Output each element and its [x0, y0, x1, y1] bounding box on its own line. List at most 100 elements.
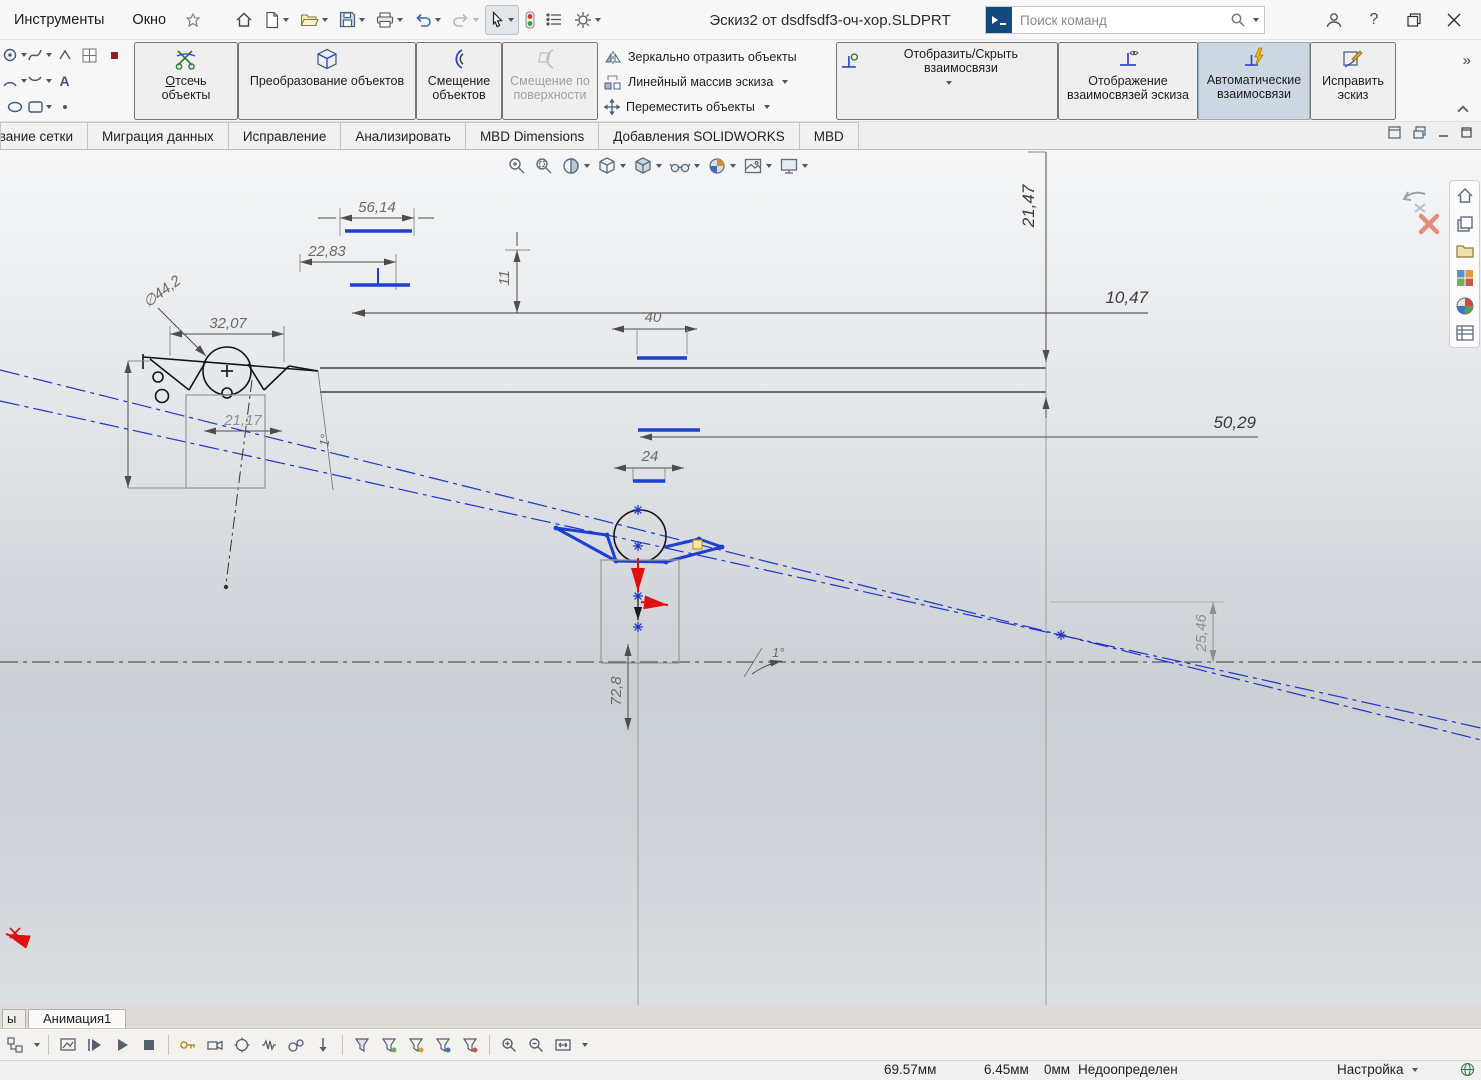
- graphics-area[interactable]: .dim{font:italic 15px "Liberation Sans",…: [0, 150, 1481, 1005]
- dimension-11[interactable]: 11: [496, 232, 530, 313]
- new-document-button[interactable]: [259, 5, 294, 35]
- dimension-25-46[interactable]: 25,46: [1050, 601, 1224, 662]
- tab-repair[interactable]: Исправление: [227, 122, 342, 149]
- open-document-button[interactable]: [295, 5, 333, 35]
- sketch-origin-marker[interactable]: [5, 927, 31, 949]
- zoom-area-icon[interactable]: [532, 154, 556, 178]
- point-tool-button[interactable]: [60, 96, 70, 118]
- custom-properties-tab-icon[interactable]: [1455, 324, 1475, 342]
- section-view-icon[interactable]: [559, 154, 592, 178]
- print-button[interactable]: [371, 5, 408, 35]
- pin-menu-icon[interactable]: [182, 9, 204, 31]
- circle-tool-button[interactable]: [1, 44, 28, 66]
- home-tab-icon[interactable]: [1455, 186, 1475, 206]
- zoom-out-time-icon[interactable]: [525, 1034, 547, 1056]
- dimension-72-8[interactable]: 72,8: [603, 644, 640, 730]
- convert-entities-button[interactable]: Преобразование объектов: [238, 42, 416, 120]
- calculate-motion-icon[interactable]: [57, 1034, 79, 1056]
- ribbon-collapse-icon[interactable]: [1457, 105, 1469, 117]
- ribbon-overflow-button[interactable]: »: [1463, 52, 1471, 69]
- status-settings-button[interactable]: Настройка: [1337, 1062, 1419, 1077]
- menu-tools[interactable]: Инструменты: [0, 0, 118, 40]
- file-explorer-tab-icon[interactable]: [1455, 268, 1475, 288]
- search-input[interactable]: [1012, 12, 1226, 28]
- close-window-button[interactable]: [1437, 5, 1471, 35]
- home-button[interactable]: [230, 5, 258, 35]
- select-tool-button[interactable]: [485, 4, 520, 35]
- status-web-icon[interactable]: [1460, 1062, 1475, 1077]
- edit-appearance-icon[interactable]: [705, 154, 738, 178]
- apply-scene-icon[interactable]: [741, 154, 774, 178]
- construction-centerlines-blue[interactable]: [0, 369, 1481, 741]
- search-icon[interactable]: [1226, 12, 1250, 28]
- animation-tab[interactable]: Анимация1: [28, 1009, 127, 1028]
- zoom-fit-time-icon[interactable]: [552, 1034, 574, 1056]
- camera-icon[interactable]: [204, 1034, 226, 1056]
- model-tab[interactable]: ы: [2, 1009, 26, 1028]
- dimension-32-07[interactable]: 32,07: [169, 315, 285, 362]
- auto-relations-button[interactable]: Автоматические взаимосвязи: [1198, 42, 1310, 120]
- dimension-22-83[interactable]: 22,83: [299, 243, 410, 290]
- dimension-10-47[interactable]: 10,47: [352, 288, 1149, 317]
- filter-animation-icon[interactable]: [378, 1034, 400, 1056]
- cancel-sketch-icon[interactable]: [1417, 212, 1441, 236]
- undo-button[interactable]: [409, 5, 446, 35]
- repair-sketch-button[interactable]: Исправить эскиз: [1310, 42, 1396, 120]
- arc-tool-button[interactable]: [1, 70, 28, 92]
- drag-arrows[interactable]: [631, 558, 669, 620]
- account-avatar-icon[interactable]: [1317, 5, 1351, 35]
- filter-all-icon[interactable]: [351, 1034, 373, 1056]
- sketch-tool-extra-button[interactable]: [57, 44, 73, 66]
- trim-entities-button[interactable]: Отсечь объекты: [134, 42, 238, 120]
- tab-data-migration[interactable]: Миграция данных: [87, 122, 229, 149]
- ellipse-tool-button[interactable]: [6, 96, 24, 118]
- redo-button[interactable]: [447, 5, 484, 35]
- play-icon[interactable]: [111, 1034, 133, 1056]
- panel-maximize-icon[interactable]: [1460, 126, 1473, 139]
- options-list-icon[interactable]: [541, 5, 568, 35]
- menu-window[interactable]: Окно: [118, 0, 180, 40]
- tab-mbd[interactable]: MBD: [798, 122, 859, 149]
- settings-gear-button[interactable]: [569, 5, 606, 35]
- view-orientation-icon[interactable]: [595, 154, 628, 178]
- motor-icon[interactable]: [231, 1034, 253, 1056]
- tab-mbd-dimensions[interactable]: MBD Dimensions: [464, 122, 600, 149]
- offset-entities-button[interactable]: Смещение объектов: [416, 42, 502, 120]
- resources-tab-icon[interactable]: [1455, 214, 1475, 234]
- tangent-arc-tool-button[interactable]: [26, 70, 53, 92]
- text-tool-button[interactable]: A: [58, 70, 70, 92]
- spline-tool-button[interactable]: [26, 44, 53, 66]
- panel-minimize-icon[interactable]: [1437, 126, 1450, 139]
- tab-grid-drawing[interactable]: вание сетки: [0, 122, 88, 149]
- contact-icon[interactable]: [285, 1034, 307, 1056]
- dimension-dia-44-2[interactable]: ∅44,2: [140, 272, 207, 357]
- small-square-icon[interactable]: [109, 44, 120, 66]
- display-relations-button[interactable]: Отображение взаимосвязей эскиза: [1058, 42, 1198, 120]
- display-style-icon[interactable]: [631, 154, 664, 178]
- rectangle-tool-button[interactable]: [27, 96, 53, 118]
- save-button[interactable]: [334, 5, 370, 35]
- surface-offset-button[interactable]: Смещение по поверхности: [502, 42, 598, 120]
- dimension-50-29[interactable]: 50,29: [638, 413, 1258, 441]
- filter-results-icon[interactable]: [459, 1034, 481, 1056]
- spring-icon[interactable]: [258, 1034, 280, 1056]
- sketch-canvas[interactable]: .dim{font:italic 15px "Liberation Sans",…: [0, 150, 1481, 1005]
- view-settings-icon[interactable]: [777, 154, 810, 178]
- dimension-1deg-right[interactable]: 1°: [743, 645, 784, 678]
- filter-driving-icon[interactable]: [405, 1034, 427, 1056]
- motion-tree-expand-icon[interactable]: [4, 1034, 26, 1056]
- panel-pin-icon[interactable]: [1387, 125, 1402, 140]
- tab-evaluate[interactable]: Анализировать: [340, 122, 466, 149]
- dimension-21-17[interactable]: 21,17: [204, 412, 282, 435]
- grid-tool-button[interactable]: [81, 44, 98, 66]
- zoom-in-time-icon[interactable]: [498, 1034, 520, 1056]
- help-button[interactable]: ?: [1357, 5, 1391, 35]
- show-hide-relations-button[interactable]: Отобразить/Скрыть взаимосвязи: [836, 42, 1058, 120]
- dimension-24[interactable]: 24: [614, 448, 684, 483]
- panel-float-icon[interactable]: [1412, 125, 1427, 140]
- play-from-start-icon[interactable]: [84, 1034, 106, 1056]
- linear-pattern-button[interactable]: Линейный массив эскиза: [598, 71, 836, 93]
- mirror-entities-button[interactable]: Зеркально отразить объекты: [598, 46, 836, 68]
- move-entities-button[interactable]: Переместить объекты: [598, 96, 836, 118]
- hide-show-items-icon[interactable]: [667, 154, 702, 178]
